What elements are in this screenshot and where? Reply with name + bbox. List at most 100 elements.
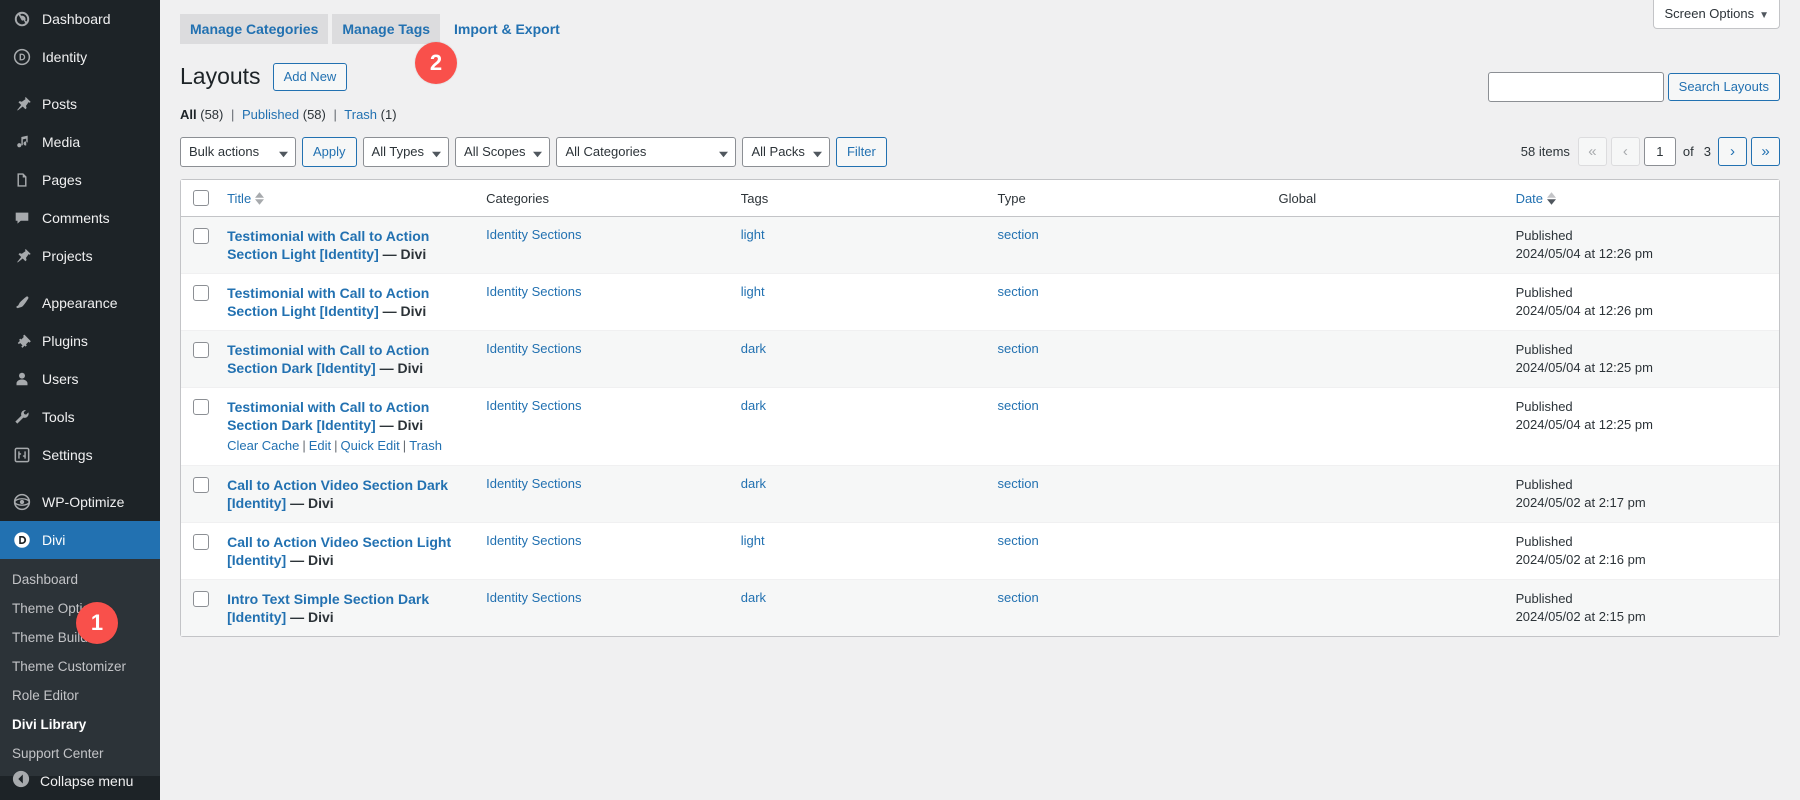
current-page-input[interactable]: 1 [1644, 137, 1676, 166]
sidebar-item-pages[interactable]: Pages [0, 161, 160, 199]
row-tags-link[interactable]: dark [741, 341, 766, 356]
row-type-link[interactable]: section [998, 284, 1039, 299]
column-header-tags: Tags [741, 180, 998, 218]
row-type-link[interactable]: section [998, 476, 1039, 491]
next-page-button[interactable]: › [1718, 137, 1747, 166]
row-type-link[interactable]: section [998, 398, 1039, 413]
sidebar-separator [0, 76, 160, 85]
row-title-link[interactable]: Testimonial with Call to Action Section … [227, 228, 429, 262]
submenu-item-role-editor[interactable]: Role Editor [0, 681, 160, 710]
search-input[interactable] [1488, 72, 1664, 102]
column-header-title: Title [227, 180, 486, 218]
row-title-link[interactable]: Testimonial with Call to Action Section … [227, 285, 429, 319]
select-all-checkbox[interactable] [193, 190, 209, 206]
status-link-trash[interactable]: Trash [344, 107, 377, 122]
identity-icon [12, 47, 32, 67]
sidebar-item-dashboard[interactable]: Dashboard [0, 0, 160, 38]
row-tags-link[interactable]: dark [741, 476, 766, 491]
row-categories-link[interactable]: Identity Sections [486, 476, 581, 491]
row-categories-link[interactable]: Identity Sections [486, 284, 581, 299]
sidebar-item-users[interactable]: Users [0, 360, 160, 398]
row-categories-link[interactable]: Identity Sections [486, 227, 581, 242]
search-layouts-button[interactable]: Search Layouts [1668, 73, 1780, 101]
sidebar-item-appearance[interactable]: Appearance [0, 284, 160, 322]
status-link-published[interactable]: Published [242, 107, 299, 122]
sidebar-item-label: Appearance [42, 294, 118, 312]
tab-import-export[interactable]: Import & Export [444, 14, 570, 44]
sidebar-item-label: WP-Optimize [42, 493, 124, 511]
row-checkbox[interactable] [193, 591, 209, 607]
row-global-cell [1279, 387, 1516, 465]
row-title-link[interactable]: Intro Text Simple Section Dark [Identity… [227, 591, 429, 625]
add-new-button[interactable]: Add New [273, 63, 348, 91]
last-page-button[interactable]: » [1751, 137, 1780, 166]
sidebar-item-label: Media [42, 133, 80, 151]
row-tags-link[interactable]: dark [741, 398, 766, 413]
packs-filter-select[interactable]: All Packs [742, 137, 829, 167]
row-categories-cell: Identity Sections [486, 522, 741, 579]
row-action-quick-edit[interactable]: Quick Edit [341, 438, 400, 453]
row-tags-link[interactable]: dark [741, 590, 766, 605]
submenu-item-dashboard[interactable]: Dashboard [0, 565, 160, 594]
row-title-link[interactable]: Testimonial with Call to Action Section … [227, 399, 429, 433]
row-categories-link[interactable]: Identity Sections [486, 398, 581, 413]
tab-manage-tags[interactable]: Manage Tags [332, 14, 440, 44]
row-action-edit[interactable]: Edit [309, 438, 331, 453]
collapse-menu-button[interactable]: Collapse menu [0, 761, 160, 800]
screen-options-label: Screen Options [1664, 6, 1754, 21]
row-checkbox[interactable] [193, 342, 209, 358]
row-tags-link[interactable]: light [741, 227, 765, 242]
sidebar-item-plugins[interactable]: Plugins [0, 322, 160, 360]
row-checkbox[interactable] [193, 285, 209, 301]
table-row: Testimonial with Call to Action Section … [181, 273, 1779, 330]
row-date-status: Published [1516, 341, 1769, 359]
apply-button[interactable]: Apply [302, 137, 357, 167]
status-separator-1: | [231, 107, 234, 122]
row-tags-link[interactable]: light [741, 284, 765, 299]
row-categories-link[interactable]: Identity Sections [486, 590, 581, 605]
filter-button[interactable]: Filter [836, 137, 887, 167]
row-title-link[interactable]: Call to Action Video Section Light [Iden… [227, 534, 451, 568]
sidebar-item-settings[interactable]: Settings [0, 436, 160, 474]
sidebar-item-posts[interactable]: Posts [0, 85, 160, 123]
divi-submenu: DashboardTheme OptionsTheme BuilderTheme… [0, 559, 160, 776]
submenu-item-theme-customizer[interactable]: Theme Customizer [0, 652, 160, 681]
column-header-type: Type [998, 180, 1279, 218]
sidebar-item-divi[interactable]: Divi [0, 521, 160, 559]
row-type-link[interactable]: section [998, 227, 1039, 242]
row-title-link[interactable]: Call to Action Video Section Dark [Ident… [227, 477, 448, 511]
row-type-link[interactable]: section [998, 590, 1039, 605]
row-type-link[interactable]: section [998, 341, 1039, 356]
row-title-link[interactable]: Testimonial with Call to Action Section … [227, 342, 429, 376]
status-link-all[interactable]: All [180, 107, 197, 122]
sort-by-title[interactable]: Title [227, 191, 264, 206]
status-filter-links: All (58) | Published (58) | Trash (1) [180, 106, 1780, 124]
scopes-filter-select[interactable]: All Scopes [455, 137, 550, 167]
sidebar-item-comments[interactable]: Comments [0, 199, 160, 237]
first-page-button: « [1578, 137, 1607, 166]
sort-by-date[interactable]: Date [1516, 191, 1556, 206]
tab-manage-categories[interactable]: Manage Categories [180, 14, 328, 44]
submenu-item-divi-library[interactable]: Divi Library [0, 710, 160, 739]
sidebar-item-projects[interactable]: Projects [0, 237, 160, 275]
row-checkbox[interactable] [193, 477, 209, 493]
sidebar-item-wp-optimize[interactable]: WP-Optimize [0, 483, 160, 521]
row-action-trash[interactable]: Trash [409, 438, 442, 453]
screen-options-button[interactable]: Screen Options▼ [1653, 0, 1780, 29]
row-checkbox[interactable] [193, 399, 209, 415]
sidebar-item-label: Posts [42, 95, 77, 113]
row-tags-link[interactable]: light [741, 533, 765, 548]
row-categories-link[interactable]: Identity Sections [486, 533, 581, 548]
bulk-actions-select[interactable]: Bulk actions [180, 137, 296, 167]
row-type-link[interactable]: section [998, 533, 1039, 548]
sidebar-item-tools[interactable]: Tools [0, 398, 160, 436]
row-checkbox[interactable] [193, 228, 209, 244]
types-filter-select[interactable]: All Types [363, 137, 450, 167]
sidebar-item-identity[interactable]: Identity [0, 38, 160, 76]
row-categories-link[interactable]: Identity Sections [486, 341, 581, 356]
row-action-clear-cache[interactable]: Clear Cache [227, 438, 299, 453]
row-checkbox[interactable] [193, 534, 209, 550]
row-global-cell [1279, 273, 1516, 330]
categories-filter-select[interactable]: All Categories [556, 137, 736, 167]
sidebar-item-media[interactable]: Media [0, 123, 160, 161]
